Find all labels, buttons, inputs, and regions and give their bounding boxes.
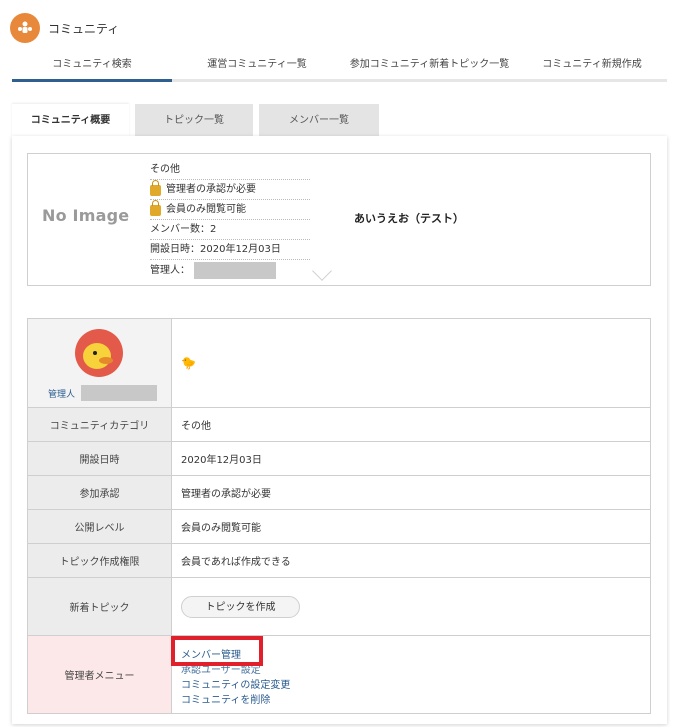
summary-approval-text: 管理者の承認が必要 — [166, 184, 256, 195]
summary-category: その他 — [150, 160, 310, 180]
admin-menu-label: 管理者メニュー — [27, 635, 172, 714]
create-topic-button[interactable]: トピックを作成 — [181, 595, 300, 618]
no-image-placeholder: No Image — [42, 206, 130, 225]
table-row: トピック作成権限 会員であれば作成できる — [27, 543, 651, 578]
avatar[interactable] — [75, 329, 123, 377]
summary-created: 開設日時：2020年12月03日 — [150, 240, 310, 260]
row-value: 会員のみ閲覧可能 — [171, 509, 651, 544]
delete-community-link[interactable]: コミュニティを削除 — [181, 691, 270, 706]
page-title: コミュニティ — [48, 21, 120, 36]
table-row: 管理者メニュー メンバー管理 承認ユーザー設定 コミュニティの設定変更 コミュニ… — [27, 635, 651, 714]
table-row: 参加承認 管理者の承認が必要 — [27, 475, 651, 510]
row-label: 開設日時 — [27, 441, 172, 476]
row-label: コミュニティカテゴリ — [27, 407, 172, 442]
nav-create-community[interactable]: コミュニティ新規作成 — [517, 56, 667, 79]
row-label: トピック作成権限 — [27, 543, 172, 578]
table-row: 管理人 🐤 — [27, 318, 651, 408]
new-topic-cell: トピックを作成 — [171, 577, 651, 636]
nav-community-search[interactable]: コミュニティ検索 — [12, 56, 172, 82]
lock-icon — [150, 180, 161, 196]
summary-member-count: メンバー数：2 — [150, 220, 310, 240]
member-manage-highlight — [171, 636, 263, 666]
table-row: 新着トピック トピックを作成 — [27, 577, 651, 636]
admin-description-cell: 🐤 — [171, 318, 651, 408]
admin-avatar-cell: 管理人 — [27, 318, 172, 408]
community-tabs: コミュニティ概要 トピック一覧 メンバー一覧 — [12, 104, 385, 137]
overview-panel: No Image その他 管理者の承認が必要 会員のみ閲覧可能 メンバー数：2 … — [12, 136, 667, 724]
community-summary-card: No Image その他 管理者の承認が必要 会員のみ閲覧可能 メンバー数：2 … — [27, 153, 651, 286]
row-label: 公開レベル — [27, 509, 172, 544]
table-row: 開設日時 2020年12月03日 — [27, 441, 651, 476]
summary-visibility-text: 会員のみ閲覧可能 — [166, 204, 246, 215]
community-settings-link[interactable]: コミュニティの設定変更 — [181, 676, 290, 691]
community-name: あいうえお（テスト） — [354, 212, 464, 225]
summary-meta: その他 管理者の承認が必要 会員のみ閲覧可能 メンバー数：2 開設日時：2020… — [150, 160, 310, 280]
row-value: 2020年12月03日 — [171, 441, 651, 476]
nav-managed-communities[interactable]: 運営コミュニティ一覧 — [172, 56, 342, 79]
admin-caption[interactable]: 管理人 — [48, 387, 75, 400]
table-row: コミュニティカテゴリ その他 — [27, 407, 651, 442]
tab-member-list[interactable]: メンバー一覧 — [259, 104, 379, 137]
row-value: 管理者の承認が必要 — [171, 475, 651, 510]
community-nav: コミュニティ検索 運営コミュニティ一覧 参加コミュニティ新着トピック一覧 コミュ… — [12, 56, 667, 82]
new-topic-label: 新着トピック — [27, 577, 172, 636]
summary-admin: 管理人： — [150, 260, 310, 280]
tab-topic-list[interactable]: トピック一覧 — [135, 104, 253, 137]
chick-icon: 🐤 — [181, 356, 196, 370]
nav-joined-new-topics[interactable]: 参加コミュニティ新着トピック一覧 — [342, 56, 517, 79]
row-value: 会員であれば作成できる — [171, 543, 651, 578]
row-value: その他 — [171, 407, 651, 442]
redacted-admin-name — [81, 385, 158, 401]
redacted-admin-name — [194, 261, 276, 279]
row-label: 参加承認 — [27, 475, 172, 510]
summary-visibility: 会員のみ閲覧可能 — [150, 200, 310, 220]
page-header: コミュニティ — [10, 12, 119, 44]
table-row: 公開レベル 会員のみ閲覧可能 — [27, 509, 651, 544]
summary-admin-label: 管理人： — [150, 264, 190, 276]
community-icon — [10, 13, 40, 43]
tab-community-overview[interactable]: コミュニティ概要 — [12, 104, 129, 137]
summary-approval: 管理者の承認が必要 — [150, 180, 310, 200]
community-detail-table: 管理人 🐤 コミュニティカテゴリ その他 開設日時 2020年12月03日 参加… — [27, 318, 651, 714]
lock-icon — [150, 200, 161, 216]
